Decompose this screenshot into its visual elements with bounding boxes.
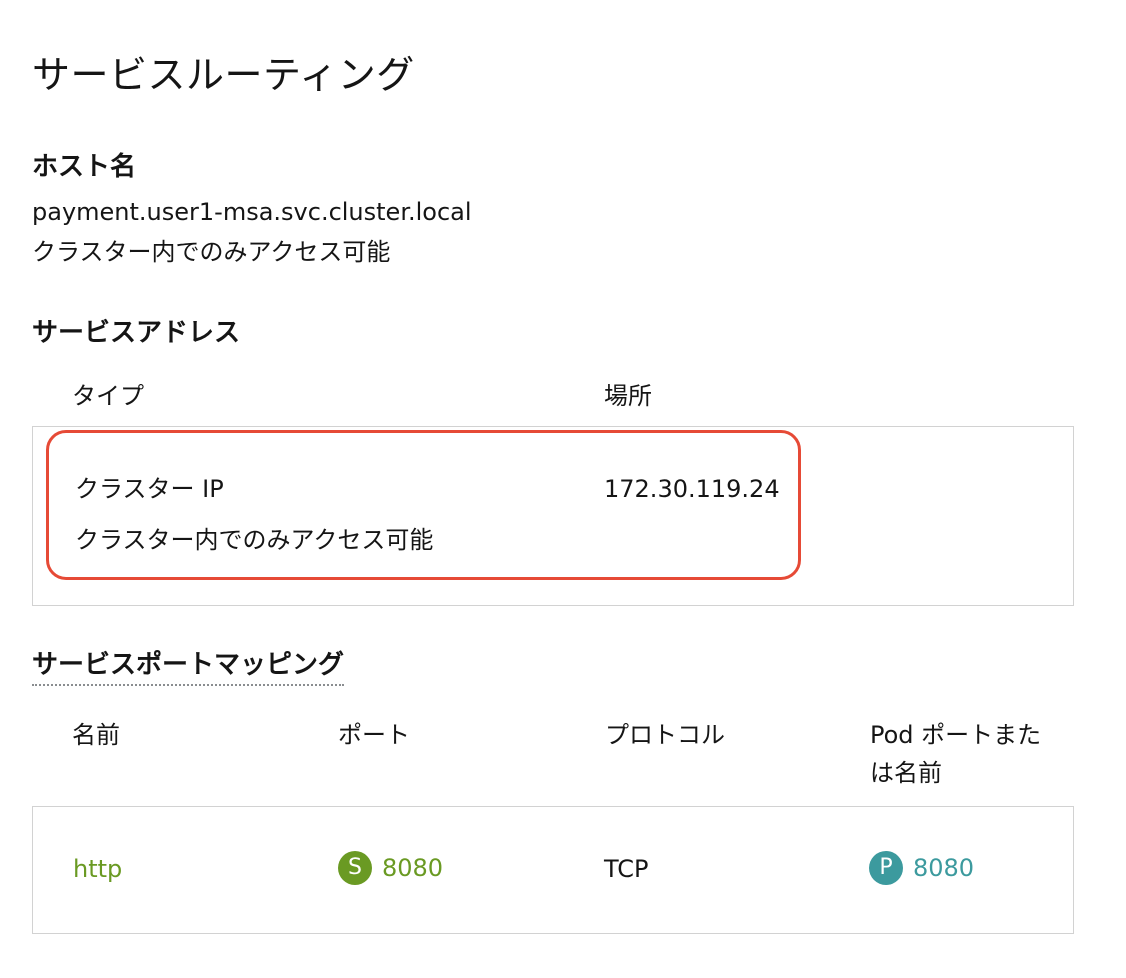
highlight-annotation xyxy=(46,430,801,580)
column-header-port: ポート xyxy=(338,721,410,749)
pod-port-value[interactable]: 8080 xyxy=(913,854,974,882)
service-address-heading: サービスアドレス xyxy=(32,318,241,348)
hostname-note: クラスター内でのみアクセス可能 xyxy=(32,238,391,266)
column-header-pod-port-line2: は名前 xyxy=(870,759,942,787)
column-header-type: タイプ xyxy=(72,382,144,410)
hostname-heading: ホスト名 xyxy=(32,152,137,182)
column-header-pod-port-line1: Pod ポートまた xyxy=(870,721,1042,749)
hostname-value: payment.user1-msa.svc.cluster.local xyxy=(32,198,472,226)
service-port-value[interactable]: 8080 xyxy=(382,854,443,882)
service-badge-icon: S xyxy=(338,851,372,885)
port-mapping-heading-text[interactable]: サービスポートマッピング xyxy=(32,650,345,686)
port-name-http[interactable]: http xyxy=(73,855,122,883)
port-mapping-heading[interactable]: サービスポートマッピング xyxy=(32,648,345,686)
pod-port[interactable]: P 8080 xyxy=(869,851,974,885)
service-port[interactable]: S 8080 xyxy=(338,851,443,885)
pod-badge-icon: P xyxy=(869,851,903,885)
column-header-protocol: プロトコル xyxy=(605,721,725,749)
port-name-link[interactable]: http xyxy=(73,853,122,885)
cluster-ip-address: 172.30.119.24 xyxy=(604,475,780,503)
column-header-name: 名前 xyxy=(72,721,120,749)
column-header-pod-port: Pod ポートまた は名前 xyxy=(870,716,1041,792)
page-title: サービスルーティング xyxy=(32,53,415,97)
cluster-ip-type: クラスター IP xyxy=(75,475,224,503)
protocol-value: TCP xyxy=(604,855,649,883)
cluster-ip-note: クラスター内でのみアクセス可能 xyxy=(75,526,434,554)
column-header-location: 場所 xyxy=(604,382,652,410)
